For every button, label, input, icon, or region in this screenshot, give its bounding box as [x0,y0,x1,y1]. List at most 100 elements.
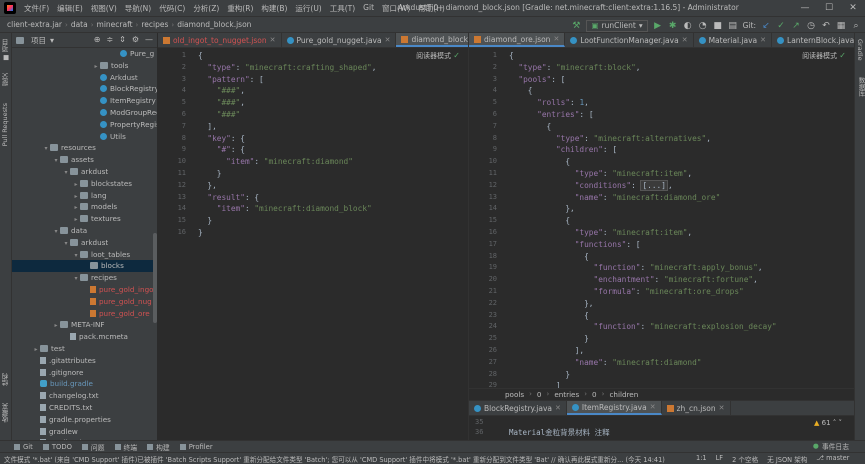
project-tree-item[interactable]: pack.mcmeta [12,331,157,343]
hammer-build-icon[interactable]: ⚒ [571,21,581,31]
project-panel-title[interactable]: 项目 [31,35,46,46]
hide-icon[interactable]: — [145,35,153,44]
menu-item[interactable]: 运行(U) [291,3,325,14]
project-tree-item[interactable]: ▸ META-INF [12,319,157,331]
chevron-down-icon[interactable]: ▾ [50,36,54,45]
project-tree-item[interactable]: blocks [12,260,157,273]
editor-tab[interactable]: diamond_ore.json ✕ [469,33,566,47]
close-tab-icon[interactable]: ✕ [719,404,725,412]
json-path-item[interactable]: entries [554,390,579,399]
json-path-item[interactable]: 0 [592,390,597,399]
breadcrumb-item[interactable]: client-extra.jar [4,20,65,29]
collapse-all-icon[interactable]: ≑ [106,35,113,44]
project-tree-item[interactable]: build.gradle [12,378,157,390]
project-tree-item[interactable]: ▾ loot_tables [12,249,157,261]
code-line[interactable]: Material金粒背景材料 注释 [509,427,610,438]
tool-window-button[interactable]: 构建 [147,442,170,452]
caret-position[interactable]: 1:1 [696,454,707,464]
code-text[interactable]: { "type": "minecraft:crafting_shaped", "… [198,50,376,239]
project-tree-item[interactable]: ▸ models [12,201,157,213]
menu-item[interactable]: 文件(F) [20,3,53,14]
json-path-item[interactable]: pools [505,390,524,399]
project-tree-item[interactable]: .gitignore [12,367,157,379]
chevron-up-icon[interactable]: ˄ [833,419,837,427]
project-tree-item[interactable]: CREDITS.txt [12,402,157,414]
menu-item[interactable]: 构建(B) [257,3,291,14]
project-tree-item[interactable]: gradle.properties [12,414,157,426]
project-tree-item[interactable]: ▾ recipes [12,272,157,284]
project-tree-item[interactable]: ▸ lang [12,190,157,202]
project-tree-item[interactable]: ▾ resources [12,142,157,154]
project-tool-tab[interactable]: ■ 项目 [1,39,11,62]
event-log-button[interactable]: ● 事件日志 [813,441,849,451]
breadcrumb-item[interactable]: data [68,20,91,29]
git-branch[interactable]: ⎇ master [816,454,849,464]
editor-tab[interactable]: ItemRegistry.java ✕ [566,401,662,415]
git-update-icon[interactable]: ↙ [761,21,771,31]
gradle-tool-tab[interactable]: Gradle [856,39,864,61]
tool-window-button[interactable]: TODO [42,443,72,451]
project-structure-icon[interactable]: ▦ [836,21,846,31]
menu-item[interactable]: 重构(R) [223,3,257,14]
breadcrumb-item[interactable]: recipes [138,20,171,29]
breadcrumb-item[interactable]: diamond_block.json [174,20,254,29]
project-tree-item[interactable]: ▸ tools [12,60,157,72]
stop-icon[interactable]: ■ [713,21,723,31]
pull-requests-tool-tab[interactable]: Pull Requests [1,103,9,146]
menu-item[interactable]: 导航(N) [121,3,155,14]
project-tree-item[interactable]: PropertyRegist [12,119,157,131]
tool-window-button[interactable]: Git [14,443,33,451]
breadcrumb-item[interactable]: minecraft [94,20,136,29]
reader-mode-toggle[interactable]: 阅读器模式 ✓ [416,51,460,61]
project-tree-item[interactable]: pure_gold_ingo [12,284,157,296]
close-tab-icon[interactable]: ✕ [270,36,276,44]
chevron-down-icon[interactable]: ˅ [839,419,843,427]
coverage-icon[interactable]: ◐ [683,21,693,31]
menu-item[interactable]: 代码(C) [155,3,189,14]
project-tree-item[interactable]: pure_gold_ore [12,308,157,320]
menu-item[interactable]: 分析(Z) [189,3,223,14]
project-tree-item[interactable]: ▾ assets [12,154,157,166]
expand-icon[interactable]: ⇕ [119,35,126,44]
maximize-icon[interactable]: ☐ [817,0,841,16]
close-tab-icon[interactable]: ✕ [760,36,766,44]
project-scrollbar[interactable] [153,233,157,323]
run-icon[interactable]: ▶ [653,21,663,31]
close-window-icon[interactable]: ✕ [841,0,865,16]
debug-icon[interactable]: ✱ [668,21,678,31]
profile-icon[interactable]: ◔ [698,21,708,31]
git-push-icon[interactable]: ↗ [791,21,801,31]
git-rollback-icon[interactable]: ↶ [821,21,831,31]
search-icon[interactable]: ⌕ [851,21,861,31]
close-tab-icon[interactable]: ✕ [553,35,559,43]
editor-tab[interactable]: BlockRegistry.java ✕ [469,401,567,415]
json-path-item[interactable]: children [609,390,638,399]
editor-tab[interactable]: LootFunctionManager.java ✕ [565,33,694,47]
locate-icon[interactable]: ⊕ [94,35,101,44]
project-tree-item[interactable]: Arkdust [12,72,157,84]
project-tree-item[interactable]: Pure_g [12,48,157,60]
project-tree-item[interactable]: .gitattributes [12,355,157,367]
close-tab-icon[interactable]: ✕ [682,36,688,44]
project-tree-item[interactable]: ▸ textures [12,213,157,225]
project-tree-item[interactable]: gradlew [12,426,157,438]
code-text[interactable]: { "type": "minecraft:block", "pools": [ … [509,50,777,388]
status-message[interactable]: 文件模式 '*.bat' (来自 'CMD Support' 插件)已被插件 '… [0,454,690,464]
reader-mode-toggle[interactable]: 阅读器模式 ✓ [802,51,846,61]
editor-tab[interactable]: Material.java ✕ [694,33,773,47]
project-tree-item[interactable]: ▾ data [12,225,157,237]
menu-item[interactable]: 视图(V) [87,3,121,14]
close-tab-icon[interactable]: ✕ [555,404,561,412]
editor-tab[interactable]: Pure_gold_nugget.java ✕ [282,33,397,47]
editor-tab[interactable]: LanternBlock.java✕ [772,33,854,47]
close-tab-icon[interactable]: ✕ [385,36,391,44]
database-tool-tab[interactable]: 数据库 [856,77,865,97]
editor-tab[interactable]: zh_cn.json ✕ [662,401,731,415]
indent-setting[interactable]: 2 个空格 [732,454,758,464]
project-tree-item[interactable]: ModGroupRegi [12,107,157,119]
project-tree-item[interactable]: ItemRegistry [12,95,157,107]
minimize-icon[interactable]: — [793,0,817,16]
structure-tool-tab[interactable]: 结构 [1,373,11,386]
project-tree-item[interactable]: ▾ arkdust [12,166,157,178]
git-commit-icon[interactable]: ✓ [776,21,786,31]
